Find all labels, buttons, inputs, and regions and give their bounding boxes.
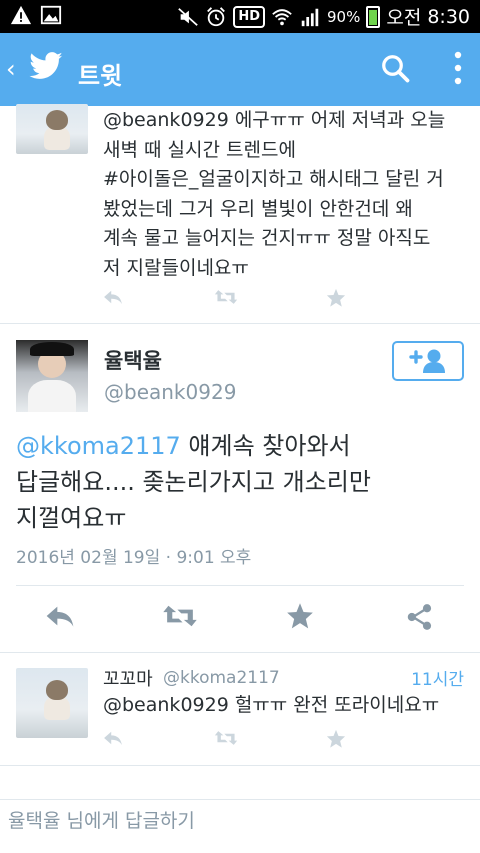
signal-icon	[301, 8, 319, 26]
search-icon[interactable]	[380, 53, 410, 83]
tweet-text-line: @kkoma2117 얘계속 찾아와서	[16, 428, 466, 464]
divider	[0, 652, 480, 653]
author-handle[interactable]: @kkoma2117	[163, 668, 280, 688]
reply-composer	[0, 799, 480, 853]
author-handle[interactable]: @beank0929	[104, 380, 236, 404]
status-left-icons	[10, 4, 62, 26]
retweet-icon[interactable]	[214, 289, 238, 305]
divider	[16, 585, 464, 586]
mute-icon	[178, 7, 199, 26]
star-icon[interactable]	[326, 729, 346, 748]
star-icon[interactable]	[286, 602, 314, 629]
star-icon[interactable]	[326, 288, 346, 307]
avatar-hat	[30, 342, 74, 356]
share-icon[interactable]	[406, 603, 434, 631]
tweet-text-line: 저 지랄들이네요ㅠ	[103, 256, 249, 279]
tweet-text: @beank0929 에구ㅠㅠ 어제 저녁과 오늘 새벽 때 실시간 트렌드에 …	[103, 106, 465, 283]
tweet-text-line: @beank0929 에구ㅠㅠ 어제 저녁과 오늘	[103, 109, 446, 131]
tweet-time: 11시간	[411, 670, 464, 690]
tweet-text-line: 새벽 때 실시간 트렌드에	[103, 138, 296, 161]
reply-icon[interactable]	[44, 604, 76, 628]
reply-icon[interactable]	[102, 289, 124, 305]
tweet-text-line: 지껄여요ㅠ	[16, 504, 127, 532]
avatar[interactable]	[16, 668, 88, 738]
wifi-icon	[272, 8, 292, 25]
time-period: 오전	[386, 7, 422, 29]
reply-input[interactable]	[8, 810, 468, 832]
mention-link[interactable]: @kkoma2117	[16, 432, 181, 460]
app-bar: ‹ 트윗	[0, 33, 480, 106]
chevron-left-icon[interactable]: ‹	[6, 55, 16, 83]
avatar[interactable]	[16, 104, 88, 154]
follow-user-icon	[409, 349, 445, 373]
twitter-bird-icon[interactable]	[28, 51, 64, 83]
status-bar: HD 90% 오전 8:30	[0, 0, 480, 33]
more-vertical-icon[interactable]	[454, 51, 462, 85]
warning-icon	[10, 5, 32, 25]
retweet-icon[interactable]	[214, 730, 238, 746]
status-right-icons: HD 90% 오전 8:30	[177, 3, 470, 30]
alarm-icon	[207, 6, 226, 26]
tweet-text-line: 답글해요.... 좆논리가지고 개소리만	[16, 468, 371, 496]
battery-icon	[366, 5, 381, 28]
gallery-icon	[40, 5, 62, 25]
page-title: 트윗	[78, 62, 123, 90]
tweet-text-segment: 얘계속 찾아와서	[180, 432, 351, 460]
avatar[interactable]	[16, 340, 88, 412]
divider	[0, 323, 480, 324]
clock: 8:30	[427, 5, 470, 28]
retweet-icon[interactable]	[162, 604, 198, 628]
avatar-cat-head	[46, 110, 68, 130]
tweet-text-line: 봤었는데 그거 우리 별빛이 안한건데 왜	[103, 197, 413, 220]
divider	[0, 765, 480, 766]
reply-icon[interactable]	[102, 730, 124, 746]
author-name[interactable]: 율택율	[104, 345, 162, 375]
tweet-text-line: 계속 물고 늘어지는 건지ㅠㅠ 정말 아직도	[103, 227, 431, 249]
battery-percent: 90%	[327, 7, 361, 26]
avatar-cat-head	[46, 680, 68, 700]
tweet-timestamp: 2016년 02월 19일 · 9:01 오후	[16, 548, 252, 568]
follow-button[interactable]	[392, 341, 464, 381]
hd-voice-badge: HD	[233, 5, 266, 28]
author-name[interactable]: 꼬꼬마	[103, 665, 153, 691]
tweet-text: @beank0929 헐ㅠㅠ 완전 또라이네요ㅠ	[103, 694, 440, 716]
tweet-text-line: #아이돌은_얼굴이지하고 해시태그 달린 거	[103, 168, 444, 190]
tweet-text: @kkoma2117 얘계속 찾아와서 답글해요.... 좆논리가지고 개소리만…	[16, 428, 466, 536]
avatar-shirt	[28, 380, 76, 412]
